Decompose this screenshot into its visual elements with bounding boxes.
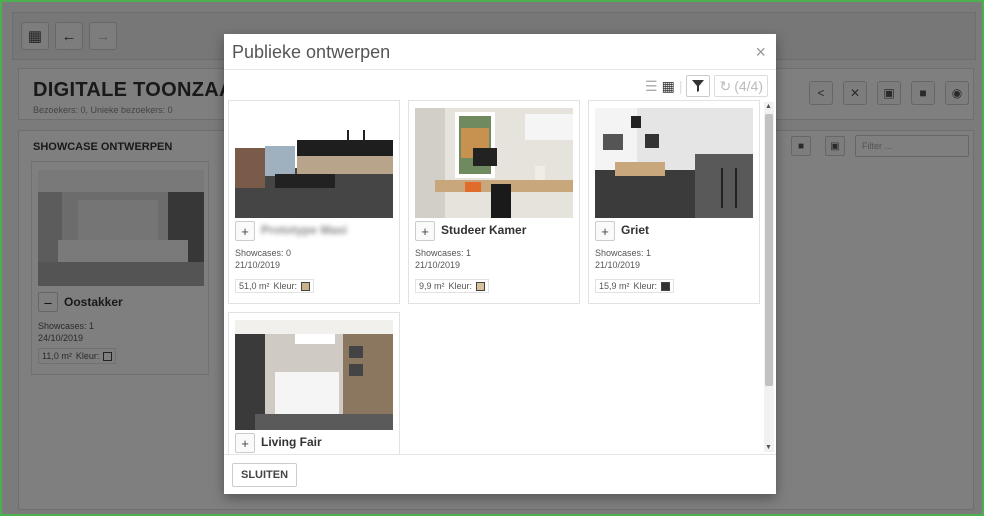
modal-header: Publieke ontwerpen × xyxy=(224,34,776,70)
color-label: Kleur: xyxy=(273,281,298,291)
design-date: 21/10/2019 xyxy=(595,260,641,270)
color-swatch xyxy=(301,281,311,291)
area-row: 15,9 m² Kleur: xyxy=(595,276,675,294)
area-value: 15,9 m² xyxy=(599,281,630,291)
scroll-up-icon[interactable]: ▲ xyxy=(765,103,772,110)
modal-footer: SLUITEN xyxy=(224,454,776,494)
color-swatch xyxy=(476,281,486,291)
design-name: Living Fair xyxy=(261,435,322,449)
refresh-icon: ↻ xyxy=(719,77,732,94)
add-button[interactable]: + xyxy=(415,221,435,241)
area-row: 9,9 m² Kleur: xyxy=(415,276,490,294)
divider: | xyxy=(678,78,683,94)
design-name: Prototype Maxi xyxy=(261,223,348,237)
design-card[interactable]: + Living Fair xyxy=(228,312,400,454)
scroll-down-icon[interactable]: ▼ xyxy=(765,444,772,451)
design-showcase-count: Showcases: 0 xyxy=(235,248,292,258)
refresh-count: (4/4) xyxy=(734,78,763,94)
kitchen-grey-render-image xyxy=(595,108,753,218)
modal-title: Publieke ontwerpen xyxy=(232,42,391,62)
area-badge: 51,0 m² Kleur: xyxy=(235,279,315,293)
refresh-button[interactable]: ↻ (4/4) xyxy=(714,75,768,97)
add-button[interactable]: + xyxy=(595,221,615,241)
filter-funnel-icon[interactable] xyxy=(686,75,711,97)
design-date: 21/10/2019 xyxy=(235,260,281,270)
design-meta: Showcases: 0 21/10/2019 xyxy=(235,247,291,271)
modal-toolbar: ☰ ▦ | ↻ (4/4) xyxy=(645,74,768,98)
scrollbar-thumb[interactable] xyxy=(765,114,773,386)
color-label: Kleur: xyxy=(448,281,473,291)
color-label: Kleur: xyxy=(633,281,658,291)
design-card[interactable]: + Prototype Maxi Showcases: 0 21/10/2019… xyxy=(228,100,400,304)
kitchen-island-render-image xyxy=(235,320,393,430)
design-name: Griet xyxy=(621,223,650,237)
color-swatch xyxy=(661,281,671,291)
design-showcase-count: Showcases: 1 xyxy=(415,248,472,258)
public-designs-modal: Publieke ontwerpen × ☰ ▦ | ↻ (4/4) + Pro… xyxy=(224,34,776,494)
scrollbar[interactable]: ▲ ▼ xyxy=(764,102,774,452)
grid-view-icon[interactable]: ▦ xyxy=(662,78,675,95)
design-card[interactable]: + Griet Showcases: 1 21/10/2019 15,9 m² … xyxy=(588,100,760,304)
area-value: 9,9 m² xyxy=(419,281,445,291)
design-date: 21/10/2019 xyxy=(415,260,461,270)
close-icon[interactable]: × xyxy=(755,42,766,63)
area-value: 51,0 m² xyxy=(239,281,270,291)
designs-grid: + Prototype Maxi Showcases: 0 21/10/2019… xyxy=(228,100,760,454)
design-showcase-count: Showcases: 1 xyxy=(595,248,652,258)
area-badge: 9,9 m² Kleur: xyxy=(415,279,490,293)
design-meta: Showcases: 1 21/10/2019 xyxy=(415,247,471,271)
study-room-render-image xyxy=(415,108,573,218)
add-button[interactable]: + xyxy=(235,221,255,241)
design-meta: Showcases: 1 21/10/2019 xyxy=(595,247,651,271)
add-button[interactable]: + xyxy=(235,433,255,453)
kitchen-dark-render-image xyxy=(235,108,393,218)
area-row: 51,0 m² Kleur: xyxy=(235,276,315,294)
design-card[interactable]: + Studeer Kamer Showcases: 1 21/10/2019 … xyxy=(408,100,580,304)
design-name: Studeer Kamer xyxy=(441,223,527,237)
close-button[interactable]: SLUITEN xyxy=(232,463,298,487)
area-badge: 15,9 m² Kleur: xyxy=(595,279,675,293)
list-view-icon[interactable]: ☰ xyxy=(645,78,658,95)
